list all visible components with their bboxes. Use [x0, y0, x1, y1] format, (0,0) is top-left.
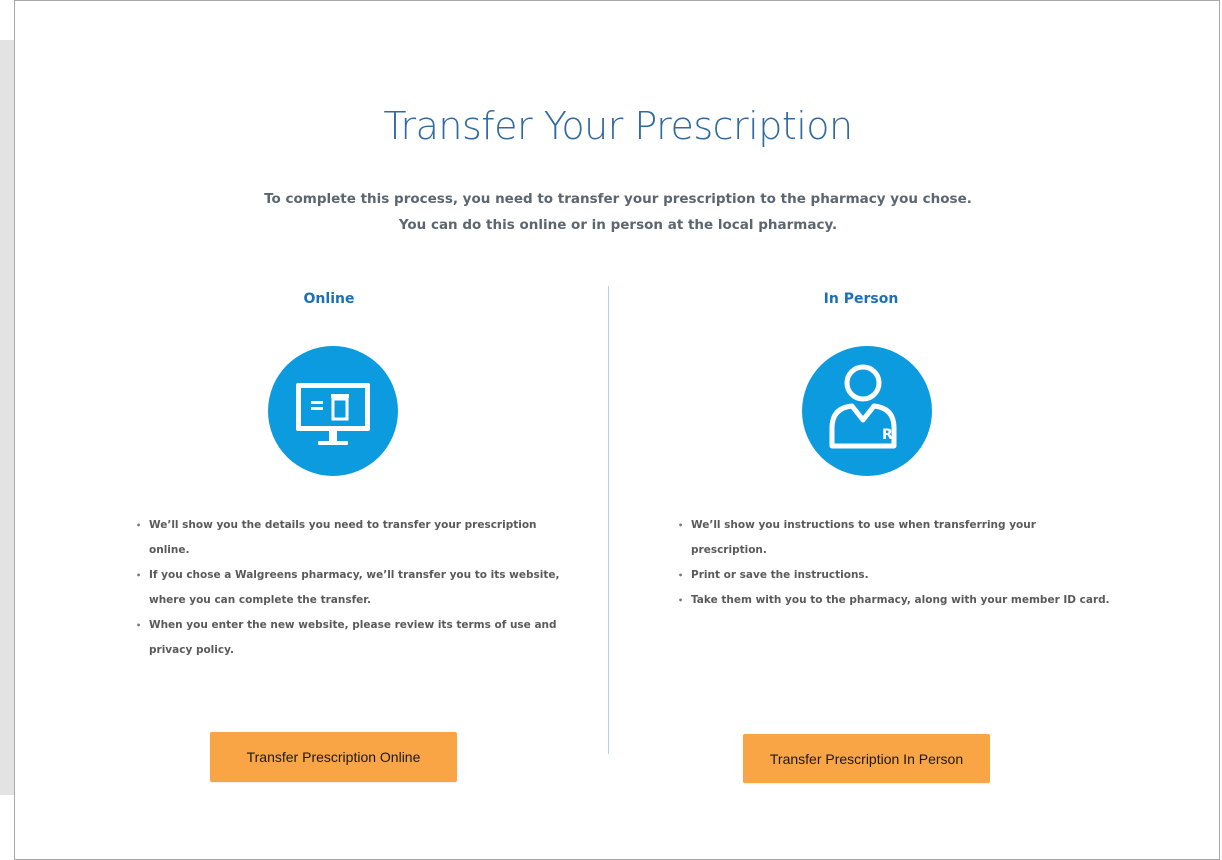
column-divider	[608, 286, 609, 754]
in-person-bullet-list: We’ll show you instructions to use when …	[677, 513, 1111, 613]
page-subtitle: To complete this process, you need to tr…	[15, 186, 1221, 238]
transfer-in-person-button[interactable]: Transfer Prescription In Person	[743, 734, 990, 783]
computer-prescription-icon	[268, 346, 398, 476]
online-bullet-1: We’ll show you the details you need to t…	[136, 513, 579, 563]
online-heading: Online	[303, 291, 355, 307]
transfer-prescription-modal: Transfer Your Prescription To complete t…	[14, 0, 1220, 860]
subtitle-line-2: You can do this online or in person at t…	[398, 217, 838, 233]
transfer-online-button[interactable]: Transfer Prescription Online	[210, 732, 457, 782]
in-person-heading: In Person	[823, 291, 899, 307]
pharmacist-rx-icon: R x	[802, 346, 932, 476]
online-bullet-2: If you chose a Walgreens pharmacy, we’ll…	[136, 563, 579, 613]
online-bullet-list: We’ll show you the details you need to t…	[135, 513, 579, 663]
in-person-bullet-1: We’ll show you instructions to use when …	[678, 513, 1111, 563]
svg-text:x: x	[891, 436, 897, 445]
in-person-bullet-3: Take them with you to the pharmacy, alon…	[678, 588, 1111, 613]
page-title: Transfer Your Prescription	[383, 104, 853, 148]
online-bullet-3: When you enter the new website, please r…	[136, 613, 579, 663]
in-person-bullet-2: Print or save the instructions.	[678, 563, 1111, 588]
background-side-panel	[0, 40, 14, 795]
subtitle-line-1: To complete this process, you need to tr…	[264, 191, 972, 207]
